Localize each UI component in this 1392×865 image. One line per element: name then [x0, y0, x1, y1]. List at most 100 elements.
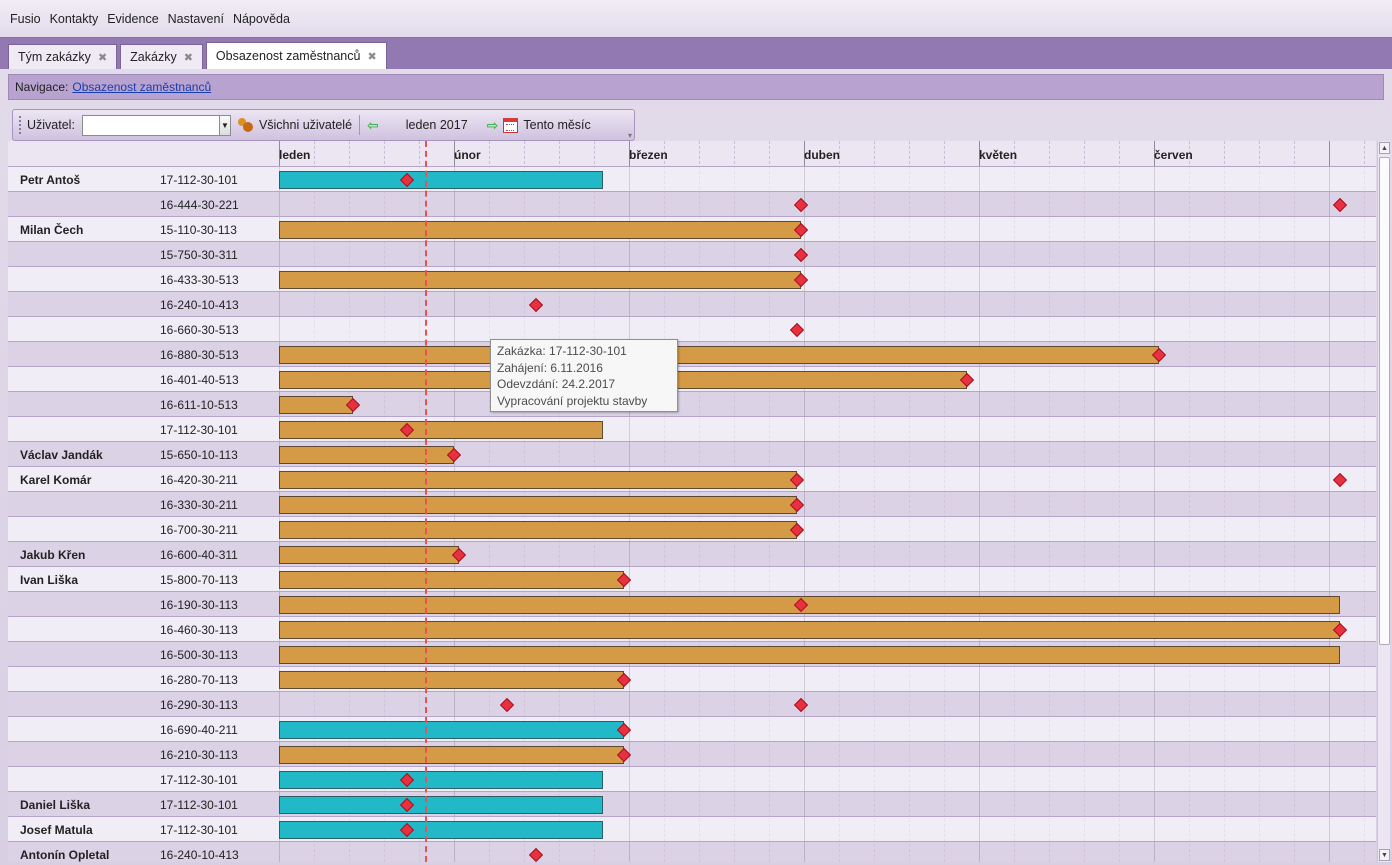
employee-name: Karel Komár [20, 473, 92, 487]
job-code: 17-112-30-101 [160, 823, 238, 837]
vertical-scrollbar[interactable]: ▲ ▼ [1377, 141, 1390, 862]
job-bar[interactable] [279, 621, 1340, 639]
close-icon[interactable]: ✖ [184, 51, 193, 64]
menu-item-3[interactable]: Nastavení [168, 12, 224, 26]
table-row[interactable]: 16-280-70-113 [8, 666, 1376, 691]
table-row[interactable]: 16-330-30-211 [8, 491, 1376, 516]
job-code: 16-240-10-413 [160, 298, 239, 312]
table-row[interactable]: 17-112-30-101 [8, 416, 1376, 441]
close-icon[interactable]: ✖ [367, 50, 376, 63]
job-code: 16-401-40-513 [160, 373, 239, 387]
milestone-marker[interactable] [529, 297, 544, 313]
all-users-button[interactable]: Všichni uživatelé [259, 118, 352, 132]
milestone-marker[interactable] [789, 322, 805, 338]
milestone-marker[interactable] [1332, 197, 1347, 213]
table-row[interactable]: Václav Jandák 15-650-10-113 [8, 441, 1376, 466]
job-bar[interactable] [279, 421, 603, 439]
users-icon [236, 117, 254, 133]
job-tooltip: Zakázka: 17-112-30-101 Zahájení: 6.11.201… [490, 339, 678, 412]
menu-item-4[interactable]: Nápověda [233, 12, 290, 26]
job-bar[interactable] [279, 771, 603, 789]
table-row[interactable]: 16-460-30-113 [8, 616, 1376, 641]
job-bar[interactable] [279, 646, 1340, 664]
milestone-marker[interactable] [1332, 472, 1347, 488]
table-row[interactable]: 16-500-30-113 [8, 641, 1376, 666]
navigation-link[interactable]: Obsazenost zaměstnanců [72, 80, 211, 94]
tab-1[interactable]: Zakázky ✖ [120, 44, 203, 69]
job-code: 16-444-30-221 [160, 198, 239, 212]
table-row[interactable]: 16-290-30-113 [8, 691, 1376, 716]
toolbar-separator [359, 115, 361, 135]
chevron-down-icon[interactable]: ▼ [218, 114, 231, 136]
tab-2[interactable]: Obsazenost zaměstnanců ✖ [205, 42, 387, 69]
menu-item-2[interactable]: Evidence [107, 12, 158, 26]
job-bar[interactable] [279, 746, 624, 764]
milestone-marker[interactable] [529, 847, 544, 862]
scroll-thumb[interactable] [1379, 157, 1390, 645]
job-code: 16-660-30-513 [160, 323, 239, 337]
tooltip-line: Zakázka: 17-112-30-101 [497, 344, 627, 358]
table-row[interactable]: Jakub Křen 16-600-40-311 [8, 541, 1376, 566]
calendar-icon [503, 117, 519, 133]
table-row[interactable]: Antonín Opletal 16-240-10-413 [8, 841, 1376, 862]
table-row[interactable]: 16-700-30-211 [8, 516, 1376, 541]
table-row[interactable]: Josef Matula 17-112-30-101 [8, 816, 1376, 841]
table-row[interactable]: 16-690-40-211 [8, 716, 1376, 741]
job-bar[interactable] [279, 521, 797, 539]
table-row[interactable]: Petr Antoš 17-112-30-101 [8, 166, 1376, 191]
toolbar-overflow-icon[interactable]: ▾ [628, 131, 632, 140]
table-row[interactable]: 16-240-10-413 [8, 291, 1376, 316]
table-row[interactable]: 16-611-10-513 [8, 391, 1376, 416]
milestone-marker[interactable] [793, 197, 808, 213]
table-row[interactable]: 15-750-30-311 [8, 241, 1376, 266]
job-bar[interactable] [279, 471, 797, 489]
user-select-input[interactable] [81, 114, 220, 136]
job-code: 15-750-30-311 [160, 248, 238, 262]
job-bar[interactable] [279, 721, 624, 739]
job-bar[interactable] [279, 171, 603, 189]
job-bar[interactable] [279, 496, 797, 514]
employee-name: Milan Čech [20, 223, 84, 237]
table-row[interactable]: 16-880-30-513 [8, 341, 1376, 366]
table-row[interactable]: 16-401-40-513 [8, 366, 1376, 391]
milestone-marker[interactable] [793, 697, 808, 713]
table-row[interactable]: 16-444-30-221 [8, 191, 1376, 216]
table-row[interactable]: 16-190-30-113 [8, 591, 1376, 616]
scroll-up-icon[interactable]: ▲ [1379, 142, 1390, 154]
job-bar[interactable] [279, 396, 353, 414]
tab-0[interactable]: Tým zakázky ✖ [8, 44, 118, 69]
month-label-3: duben [804, 148, 840, 162]
scroll-down-icon[interactable]: ▼ [1379, 849, 1390, 861]
menu-item-1[interactable]: Kontakty [50, 12, 99, 26]
job-bar[interactable] [279, 346, 1160, 364]
job-bar[interactable] [279, 571, 624, 589]
arrow-left-icon[interactable]: ⇦ [367, 117, 379, 134]
table-row[interactable]: Ivan Liška 15-800-70-113 [8, 566, 1376, 591]
employee-name: Antonín Opletal [20, 848, 110, 862]
table-row[interactable]: Daniel Liška 17-112-30-101 [8, 791, 1376, 816]
table-row[interactable]: 17-112-30-101 [8, 766, 1376, 791]
job-code: 16-880-30-513 [160, 348, 239, 362]
job-bar[interactable] [279, 671, 624, 689]
milestone-marker[interactable] [793, 247, 808, 263]
table-row[interactable]: 16-660-30-513 [8, 316, 1376, 341]
table-row[interactable]: Milan Čech 15-110-30-113 [8, 216, 1376, 241]
table-row[interactable]: 16-210-30-113 [8, 741, 1376, 766]
job-bar[interactable] [279, 271, 801, 289]
employee-name: Josef Matula [20, 823, 93, 837]
close-icon[interactable]: ✖ [98, 51, 107, 64]
table-row[interactable]: 16-433-30-513 [8, 266, 1376, 291]
arrow-right-icon[interactable]: ⇨ [487, 117, 499, 134]
job-bar[interactable] [279, 821, 603, 839]
menu-item-0[interactable]: Fusio [10, 12, 41, 26]
job-bar[interactable] [279, 596, 1340, 614]
this-month-button[interactable]: Tento měsíc [523, 118, 590, 132]
job-code: 16-700-30-211 [160, 523, 238, 537]
job-bar[interactable] [279, 221, 801, 239]
job-bar[interactable] [279, 546, 460, 564]
table-row[interactable]: Karel Komár 16-420-30-211 [8, 466, 1376, 491]
job-bar[interactable] [279, 446, 454, 464]
toolbar-grip[interactable] [19, 116, 22, 134]
job-bar[interactable] [279, 796, 603, 814]
milestone-marker[interactable] [499, 697, 514, 713]
